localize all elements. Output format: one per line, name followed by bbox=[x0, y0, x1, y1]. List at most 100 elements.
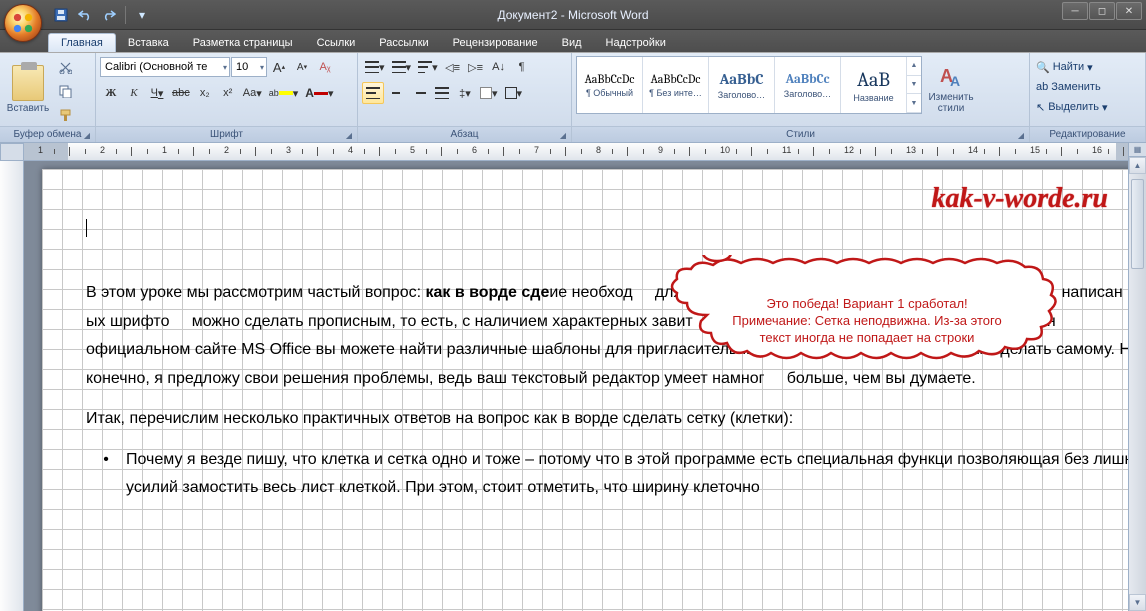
clear-format-button[interactable]: Aᵪ bbox=[314, 56, 336, 78]
italic-button[interactable]: К bbox=[123, 82, 145, 104]
page[interactable]: kak-v-worde.ru В этом уроке мы рассмотри… bbox=[42, 169, 1128, 611]
tab-insert[interactable]: Вставка bbox=[116, 34, 181, 52]
gallery-up-icon[interactable]: ▲ bbox=[907, 57, 921, 76]
borders-button[interactable]: ▾ bbox=[502, 82, 526, 104]
styles-gallery: AaBbCcDc¶ Обычный AaBbCcDc¶ Без инте… Aa… bbox=[576, 56, 922, 114]
cursor-icon: ↖ bbox=[1036, 101, 1045, 114]
svg-text:A: A bbox=[950, 73, 960, 89]
gallery-more-icon[interactable]: ▼ bbox=[907, 94, 921, 113]
increase-indent-button[interactable]: ▷≡ bbox=[465, 56, 487, 78]
show-marks-button[interactable]: ¶ bbox=[511, 56, 533, 78]
change-case-button[interactable]: Aa▾ bbox=[240, 82, 265, 104]
highlight-button[interactable]: ab▾ bbox=[266, 82, 302, 104]
multilevel-button[interactable]: ▾ bbox=[415, 56, 441, 78]
horizontal-ruler[interactable]: 1212345678910111213141516 bbox=[24, 143, 1146, 161]
tab-addins[interactable]: Надстройки bbox=[594, 34, 678, 52]
font-dialog-icon[interactable]: ◢ bbox=[343, 128, 355, 140]
style-title[interactable]: AaBНазвание bbox=[841, 57, 907, 113]
paste-button[interactable]: Вставить bbox=[4, 56, 52, 122]
binoculars-icon: 🔍 bbox=[1036, 61, 1050, 74]
tab-references[interactable]: Ссылки bbox=[305, 34, 368, 52]
cut-button[interactable] bbox=[54, 56, 76, 78]
gallery-scroll: ▲ ▼ ▼ bbox=[907, 57, 921, 113]
window-title: Документ2 - Microsoft Word bbox=[0, 8, 1146, 22]
group-paragraph-label: Абзац◢ bbox=[358, 126, 571, 142]
vertical-ruler[interactable] bbox=[0, 161, 24, 611]
group-clipboard: Вставить Буфер обмена◢ bbox=[0, 53, 96, 142]
scroll-up-button[interactable]: ▲ bbox=[1129, 157, 1146, 174]
superscript-button[interactable]: x² bbox=[217, 82, 239, 104]
tab-page-layout[interactable]: Разметка страницы bbox=[181, 34, 305, 52]
tab-mailings[interactable]: Рассылки bbox=[367, 34, 440, 52]
group-styles-label: Стили◢ bbox=[572, 126, 1029, 142]
callout-text: Это победа! Вариант 1 сработал! Примечан… bbox=[687, 295, 1047, 346]
minimize-button[interactable]: ─ bbox=[1062, 2, 1088, 20]
style-heading1[interactable]: AaBbCЗаголово… bbox=[709, 57, 775, 113]
strike-button[interactable]: abc bbox=[169, 82, 193, 104]
clipboard-icon bbox=[12, 65, 44, 101]
decrease-indent-button[interactable]: ◁≡ bbox=[442, 56, 464, 78]
group-styles: AaBbCcDc¶ Обычный AaBbCcDc¶ Без инте… Aa… bbox=[572, 53, 1030, 142]
change-styles-label: Изменить стили bbox=[925, 92, 977, 114]
underline-button[interactable]: Ч▾ bbox=[146, 82, 168, 104]
paragraph-dialog-icon[interactable]: ◢ bbox=[557, 128, 569, 140]
callout-cloud: Это победа! Вариант 1 сработал! Примечан… bbox=[647, 255, 1077, 385]
tab-review[interactable]: Рецензирование bbox=[441, 34, 550, 52]
gallery-down-icon[interactable]: ▼ bbox=[907, 76, 921, 95]
align-right-button[interactable] bbox=[408, 82, 430, 104]
tab-home[interactable]: Главная bbox=[48, 33, 116, 52]
save-icon[interactable] bbox=[50, 4, 72, 26]
ruler-corner[interactable] bbox=[0, 143, 24, 161]
font-name-combo[interactable]: Calibri (Основной те bbox=[100, 57, 230, 77]
close-button[interactable]: ✕ bbox=[1116, 2, 1142, 20]
clipboard-dialog-icon[interactable]: ◢ bbox=[81, 128, 93, 140]
shading-button[interactable]: ▾ bbox=[477, 82, 501, 104]
group-font-label: Шрифт◢ bbox=[96, 126, 357, 142]
numbering-button[interactable]: ▾ bbox=[389, 56, 415, 78]
line-spacing-button[interactable]: ‡▾ bbox=[454, 82, 476, 104]
watermark-text: kak-v-worde.ru bbox=[931, 183, 1108, 215]
change-styles-button[interactable]: AA Изменить стили bbox=[924, 56, 978, 122]
align-left-button[interactable] bbox=[362, 82, 384, 104]
select-button[interactable]: ↖Выделить ▾ bbox=[1034, 98, 1110, 116]
qat-customize-icon[interactable]: ▾ bbox=[131, 4, 153, 26]
grow-font-button[interactable]: A▴ bbox=[268, 56, 290, 78]
qat-separator bbox=[125, 6, 126, 24]
style-no-spacing[interactable]: AaBbCcDc¶ Без инте… bbox=[643, 57, 709, 113]
justify-button[interactable] bbox=[431, 82, 453, 104]
font-color-button[interactable]: A▾ bbox=[302, 82, 336, 104]
copy-button[interactable] bbox=[54, 80, 76, 102]
replace-icon: ab bbox=[1036, 81, 1048, 93]
sort-button[interactable]: A↓ bbox=[488, 56, 510, 78]
scroll-thumb[interactable] bbox=[1131, 179, 1144, 269]
bold-button[interactable]: Ж bbox=[100, 82, 122, 104]
find-button[interactable]: 🔍Найти ▾ bbox=[1034, 58, 1095, 76]
bullets-button[interactable]: ▾ bbox=[362, 56, 388, 78]
window-controls: ─ ◻ ✕ bbox=[1062, 2, 1142, 20]
undo-icon[interactable] bbox=[74, 4, 96, 26]
subscript-button[interactable]: x₂ bbox=[194, 82, 216, 104]
group-clipboard-label: Буфер обмена◢ bbox=[0, 126, 95, 142]
ruler-toggle-icon[interactable]: ▦ bbox=[1129, 143, 1146, 157]
format-painter-button[interactable] bbox=[54, 104, 76, 126]
group-font: Calibri (Основной те 10 A▴ A▾ Aᵪ Ж К Ч▾ … bbox=[96, 53, 358, 142]
font-size-combo[interactable]: 10 bbox=[231, 57, 267, 77]
style-normal[interactable]: AaBbCcDc¶ Обычный bbox=[577, 57, 643, 113]
shrink-font-button[interactable]: A▾ bbox=[291, 56, 313, 78]
tab-view[interactable]: Вид bbox=[550, 34, 594, 52]
ribbon: Вставить Буфер обмена◢ Calibri (Основной… bbox=[0, 53, 1146, 143]
group-editing: 🔍Найти ▾ abЗаменить ↖Выделить ▾ Редактир… bbox=[1030, 53, 1146, 142]
group-editing-label: Редактирование bbox=[1030, 126, 1145, 142]
redo-icon[interactable] bbox=[98, 4, 120, 26]
ribbon-tabs: Главная Вставка Разметка страницы Ссылки… bbox=[0, 30, 1146, 53]
align-center-button[interactable] bbox=[385, 82, 407, 104]
replace-button[interactable]: abЗаменить bbox=[1034, 78, 1103, 96]
vertical-scrollbar: ▦ ▲ ▼ bbox=[1128, 143, 1146, 611]
text-cursor bbox=[86, 219, 87, 237]
styles-dialog-icon[interactable]: ◢ bbox=[1015, 128, 1027, 140]
office-button[interactable] bbox=[4, 4, 42, 42]
scroll-down-button[interactable]: ▼ bbox=[1129, 594, 1146, 611]
style-heading2[interactable]: AaBbCcЗаголово… bbox=[775, 57, 841, 113]
document-area: kak-v-worde.ru В этом уроке мы рассмотри… bbox=[24, 161, 1128, 611]
maximize-button[interactable]: ◻ bbox=[1089, 2, 1115, 20]
